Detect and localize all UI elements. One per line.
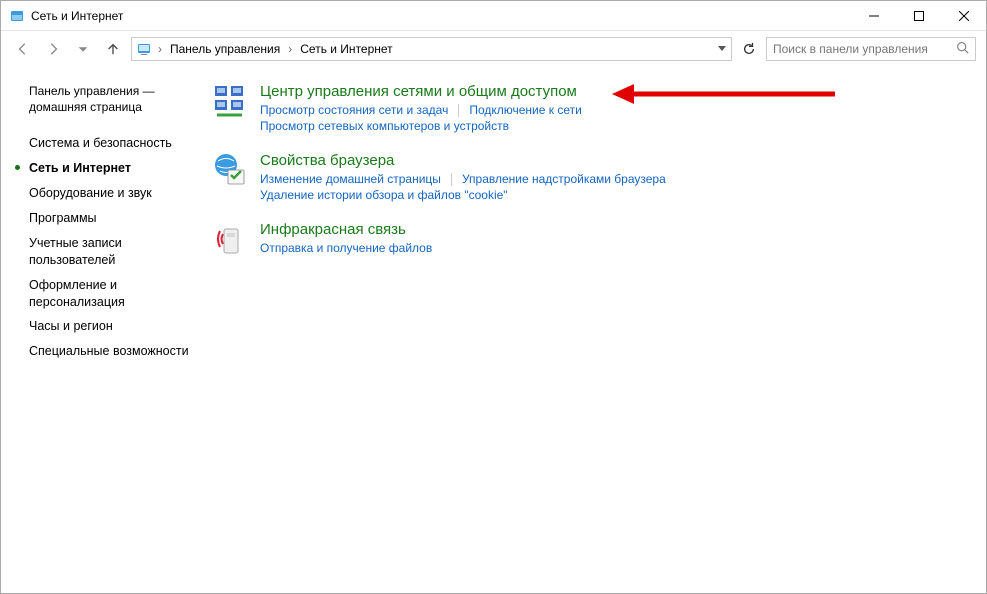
window-title: Сеть и Интернет [31, 9, 851, 23]
sidebar-item-clock-region[interactable]: Часы и регион [29, 314, 194, 339]
address-bar[interactable]: › Панель управления › Сеть и Интернет [131, 37, 732, 61]
section-network-sharing: Центр управления сетями и общим доступом… [210, 83, 966, 134]
recent-locations-button[interactable] [71, 37, 95, 61]
link-manage-addons[interactable]: Управление надстройками браузера [462, 171, 666, 187]
annotation-arrow [610, 81, 840, 110]
link-change-homepage[interactable]: Изменение домашней страницы [260, 171, 441, 187]
maximize-button[interactable] [896, 1, 941, 30]
section-internet-options: Свойства браузера Изменение домашней стр… [210, 152, 966, 203]
separator [451, 173, 452, 186]
chevron-down-icon[interactable] [717, 42, 727, 56]
minimize-button[interactable] [851, 1, 896, 30]
internet-options-icon [210, 152, 250, 203]
search-box[interactable] [766, 37, 976, 61]
network-sharing-icon [210, 83, 250, 134]
up-button[interactable] [101, 37, 125, 61]
navigation-toolbar: › Панель управления › Сеть и Интернет [1, 31, 986, 67]
infrared-icon [210, 221, 250, 257]
main-content: Центр управления сетями и общим доступом… [206, 67, 986, 593]
sidebar-item-appearance[interactable]: Оформление и персонализация [29, 273, 194, 315]
back-button[interactable] [11, 37, 35, 61]
sidebar-item-system-security[interactable]: Система и безопасность [29, 131, 194, 156]
control-panel-home-link[interactable]: Панель управления — домашняя страница [29, 83, 194, 115]
category-list: Система и безопасность Сеть и Интернет О… [29, 131, 194, 364]
window-controls [851, 1, 986, 30]
close-button[interactable] [941, 1, 986, 30]
forward-button[interactable] [41, 37, 65, 61]
sidebar-item-programs[interactable]: Программы [29, 206, 194, 231]
link-network-status[interactable]: Просмотр состояния сети и задач [260, 102, 448, 118]
section-title-infrared[interactable]: Инфракрасная связь [260, 221, 966, 238]
breadcrumb-item[interactable]: Сеть и Интернет [298, 42, 394, 56]
titlebar: Сеть и Интернет [1, 1, 986, 31]
link-view-computers[interactable]: Просмотр сетевых компьютеров и устройств [260, 118, 509, 134]
search-input[interactable] [773, 42, 950, 56]
chevron-right-icon[interactable]: › [156, 42, 164, 56]
link-send-receive-files[interactable]: Отправка и получение файлов [260, 240, 432, 256]
sidebar-item-user-accounts[interactable]: Учетные записи пользователей [29, 231, 194, 273]
section-infrared: Инфракрасная связь Отправка и получение … [210, 221, 966, 257]
sidebar-item-network-internet[interactable]: Сеть и Интернет [29, 156, 194, 181]
breadcrumb-item[interactable]: Панель управления [168, 42, 282, 56]
sidebar-item-hardware-sound[interactable]: Оборудование и звук [29, 181, 194, 206]
separator [458, 104, 459, 117]
section-title-internet-options[interactable]: Свойства браузера [260, 152, 966, 169]
search-icon[interactable] [956, 41, 969, 57]
window-icon [9, 8, 25, 24]
computer-icon [136, 41, 152, 57]
sidebar-item-accessibility[interactable]: Специальные возможности [29, 339, 194, 364]
chevron-right-icon[interactable]: › [286, 42, 294, 56]
link-connect-network[interactable]: Подключение к сети [469, 102, 581, 118]
link-delete-history[interactable]: Удаление истории обзора и файлов "cookie… [260, 187, 508, 203]
sidebar: Панель управления — домашняя страница Си… [1, 67, 206, 593]
refresh-button[interactable] [738, 38, 760, 60]
